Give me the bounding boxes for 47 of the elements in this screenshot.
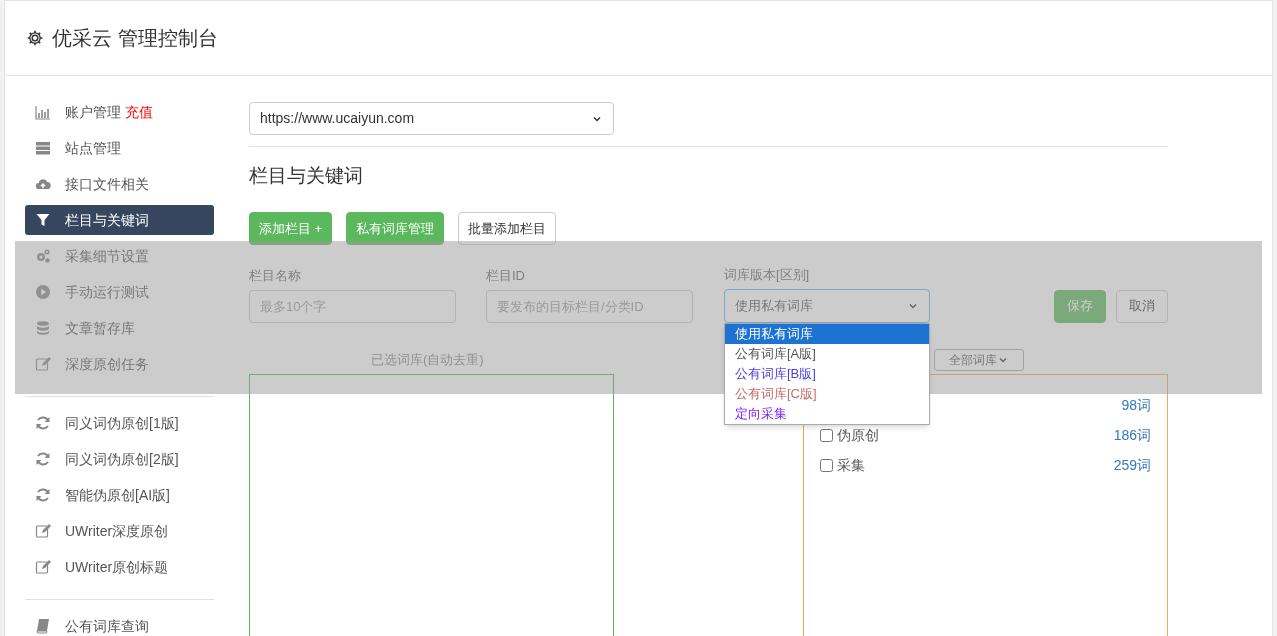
sidebar-item[interactable]: 智能伪原创[AI版] (25, 480, 214, 510)
refresh-icon (35, 451, 51, 467)
settings-icon (26, 29, 44, 47)
cloud-upload-icon (35, 176, 51, 192)
checkbox-label: 伪原创 (837, 426, 879, 445)
sidebar-item[interactable]: 同义词伪原创[1版] (25, 408, 214, 438)
database-icon (35, 320, 51, 336)
console-title: 优采云 管理控制台 (52, 26, 218, 51)
edit-icon (35, 523, 51, 539)
site-select[interactable]: https://www.ucaiyun.com (249, 102, 614, 135)
checkbox[interactable] (820, 459, 833, 472)
sidebar-item[interactable]: 账户管理 充值 (25, 97, 214, 127)
sidebar-item[interactable]: 栏目与关键词 (25, 205, 214, 235)
dropdown-option[interactable]: 定向采集 (725, 403, 929, 424)
word-count: 186词 (1113, 426, 1151, 445)
book-icon (35, 618, 51, 634)
filter-icon (35, 212, 51, 228)
dropdown-option[interactable]: 公有词库[A版] (725, 343, 929, 364)
sidebar-item[interactable]: 公有词库查询 (25, 611, 214, 636)
bar-chart-icon (35, 104, 51, 120)
sidebar-item[interactable]: UWriter原创标题 (25, 552, 214, 582)
sidebar-item[interactable]: 同义词伪原创[2版] (25, 444, 214, 474)
sidebar-item[interactable]: UWriter深度原创 (25, 516, 214, 546)
refresh-icon (35, 415, 51, 431)
refresh-icon (35, 487, 51, 503)
word-count: 98词 (1121, 396, 1151, 415)
dropdown-option[interactable]: 使用私有词库 (725, 323, 929, 344)
toolbar-button[interactable]: 批量添加栏目 (458, 212, 557, 245)
edit-icon (35, 356, 51, 372)
checkbox-label: 采集 (837, 456, 865, 475)
dropdown-option[interactable]: 公有词库[B版] (725, 363, 929, 384)
server-icon (35, 140, 51, 156)
dropdown-option[interactable]: 公有词库[C版] (725, 383, 929, 404)
edit-icon (35, 559, 51, 575)
sidebar-item[interactable]: 站点管理 (25, 133, 214, 163)
field-label: 栏目ID (486, 267, 526, 285)
sidebar-item-label: 账户管理 (65, 102, 121, 122)
gears-icon (35, 248, 51, 264)
word-count: 259词 (1113, 456, 1151, 475)
sidebar-item[interactable]: 接口文件相关 (25, 169, 214, 199)
form-button[interactable]: 取消 (1116, 289, 1168, 323)
field-label: 栏目名称 (249, 267, 302, 285)
field-label: 词库版本[区别] (724, 266, 811, 284)
checkbox[interactable] (820, 429, 833, 442)
section-title: 栏目与关键词 (249, 164, 364, 188)
play-icon (35, 284, 51, 300)
recharge-link[interactable]: 充值 (125, 101, 153, 123)
